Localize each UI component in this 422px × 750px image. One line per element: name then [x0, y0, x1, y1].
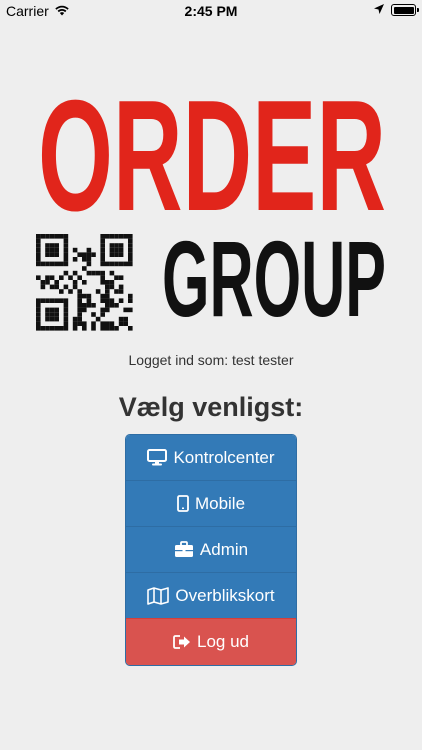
kontrolcenter-label: Kontrolcenter: [173, 447, 275, 467]
mobile-label: Mobile: [194, 493, 246, 513]
status-bar: Carrier 2:45 PM: [0, 0, 422, 22]
logged-in-text: Logget ind som: test tester: [128, 352, 294, 368]
overblikskort-button[interactable]: Overblikskort: [126, 573, 296, 619]
page-heading: Vælg venligst:: [118, 392, 304, 422]
admin-label: Admin: [199, 539, 249, 559]
location-arrow-icon: [373, 2, 385, 18]
overblikskort-label: Overblikskort: [175, 585, 275, 605]
status-right: [373, 2, 419, 18]
briefcase-icon: [174, 541, 194, 558]
status-time: 2:45 PM: [184, 3, 238, 19]
battery-icon: [391, 4, 419, 16]
mobile-button[interactable]: Mobile: [126, 481, 296, 527]
logout-label: Log ud: [197, 632, 249, 651]
admin-button[interactable]: Admin: [126, 527, 296, 573]
map-icon: [147, 586, 170, 605]
logout-button[interactable]: Log ud: [126, 619, 296, 665]
monitor-icon: [147, 449, 168, 466]
order-group-logo: ORDER GROUP: [36, 64, 388, 339]
kontrolcenter-button[interactable]: Kontrolcenter: [126, 435, 296, 481]
mobile-icon: [177, 495, 189, 512]
qr-code-icon: [36, 234, 133, 331]
logout-icon: [173, 634, 191, 650]
logo-text-group: GROUP: [162, 218, 386, 336]
main-menu: Kontrolcenter Mobile Admin Overblikskort…: [126, 435, 296, 665]
